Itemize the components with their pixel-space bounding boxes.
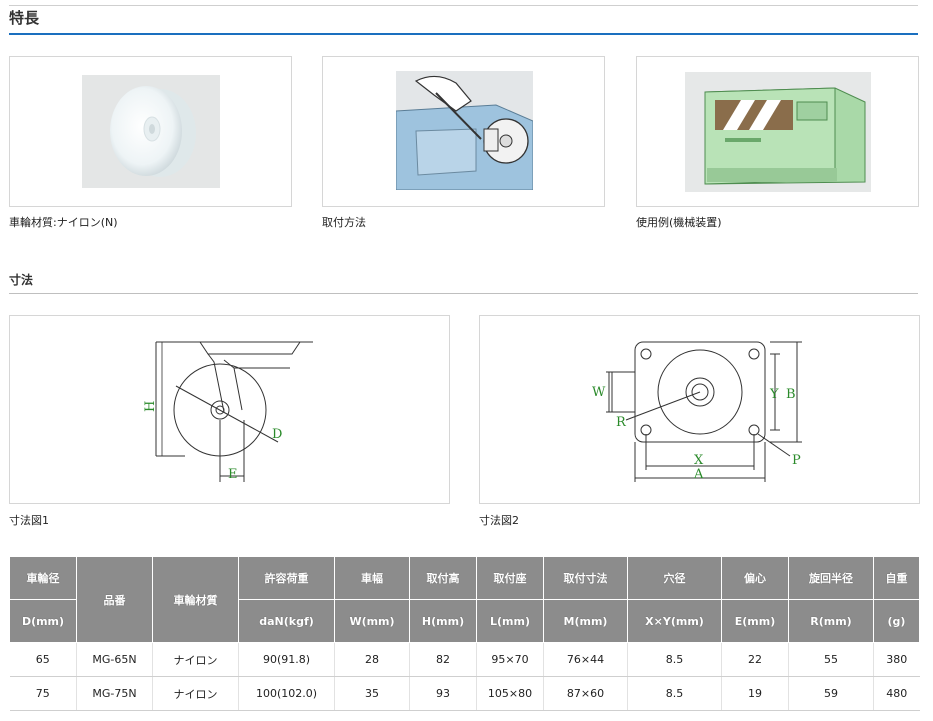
unit-weight: (g): [873, 599, 920, 643]
table-cell: 59: [788, 676, 874, 711]
label-e: E: [228, 467, 238, 482]
table-cell: 100(102.0): [238, 676, 335, 711]
dimension-caption-2: 寸法図2: [479, 514, 519, 527]
dimensions-heading: 寸法: [9, 273, 34, 287]
unit-wheel-width: W(mm): [334, 599, 410, 643]
header-hole-diameter: 穴径: [627, 556, 722, 600]
spec-header-row-top: 車輪径 品番 車輪材質 許容荷重 車幅 取付高 取付座 取付寸法 穴径 偏心 旋…: [9, 556, 920, 643]
dimension-caption-1: 寸法図1: [9, 514, 49, 527]
table-cell: 93: [409, 676, 477, 711]
table-cell: 380: [873, 642, 920, 677]
side-view-drawing: H D E: [143, 341, 313, 482]
table-cell: 65: [9, 642, 77, 677]
header-mount-dimension: 取付寸法: [543, 556, 628, 600]
feature-card-wheel: [9, 56, 292, 207]
label-y: Y: [769, 387, 779, 402]
table-cell: 55: [788, 642, 874, 677]
table-cell: 95×70: [476, 642, 544, 677]
label-p: P: [792, 453, 801, 468]
top-view-drawing: W Y B R X A P: [592, 341, 802, 482]
header-mount-base: 取付座: [476, 556, 544, 600]
top-divider: [9, 5, 918, 6]
unit-offset: E(mm): [721, 599, 789, 643]
table-row: 65 MG-65N ナイロン 90(91.8) 28 82 95×70 76×4…: [9, 642, 920, 677]
feature-caption-wheel: 車輪材質:ナイロン(N): [9, 216, 118, 229]
machine-example-image: [685, 72, 871, 192]
unit-wheel-diameter: D(mm): [9, 599, 77, 643]
dimensions-heading-rule: [9, 293, 918, 294]
header-part-number: 品番: [76, 556, 153, 643]
features-heading-rule: [9, 33, 918, 35]
table-cell: 19: [721, 676, 789, 711]
label-x: X: [694, 453, 704, 468]
table-cell: MG-75N: [76, 676, 153, 711]
table-cell: 76×44: [543, 642, 628, 677]
table-cell: 35: [334, 676, 410, 711]
label-d: D: [272, 427, 282, 442]
label-w: W: [592, 385, 606, 400]
header-wheel-width: 車幅: [334, 556, 410, 600]
feature-caption-mounting: 取付方法: [322, 216, 366, 229]
header-offset: 偏心: [721, 556, 789, 600]
dimension-figure-2: W Y B R X A P: [479, 315, 920, 504]
table-cell: 87×60: [543, 676, 628, 711]
table-cell: 480: [873, 676, 920, 711]
header-mount-height: 取付高: [409, 556, 477, 600]
feature-card-mounting: [322, 56, 605, 207]
unit-mount-dimension: M(mm): [543, 599, 628, 643]
table-cell: 82: [409, 642, 477, 677]
unit-mount-base: L(mm): [476, 599, 544, 643]
header-weight: 自重: [873, 556, 920, 600]
mounting-method-image: [396, 71, 533, 190]
table-cell: 90(91.8): [238, 642, 335, 677]
table-cell: ナイロン: [152, 676, 239, 711]
header-wheel-diameter: 車輪径: [9, 556, 77, 600]
table-cell: ナイロン: [152, 642, 239, 677]
header-wheel-material: 車輪材質: [152, 556, 239, 643]
table-cell: 28: [334, 642, 410, 677]
table-cell: 22: [721, 642, 789, 677]
table-row: 75 MG-75N ナイロン 100(102.0) 35 93 105×80 8…: [9, 676, 920, 711]
unit-swivel-radius: R(mm): [788, 599, 874, 643]
nylon-wheel-image: [82, 75, 220, 188]
unit-mount-height: H(mm): [409, 599, 477, 643]
unit-allowable-load: daN(kgf): [238, 599, 335, 643]
label-b: B: [786, 387, 796, 402]
header-swivel-radius: 旋回半径: [788, 556, 874, 600]
table-cell: MG-65N: [76, 642, 153, 677]
table-cell: 105×80: [476, 676, 544, 711]
features-heading: 特長: [9, 9, 40, 27]
label-a: A: [693, 467, 704, 482]
unit-hole-diameter: X×Y(mm): [627, 599, 722, 643]
label-r: R: [616, 415, 627, 430]
table-cell: 75: [9, 676, 77, 711]
table-cell: 8.5: [627, 642, 722, 677]
dimension-figure-1: H D E: [9, 315, 450, 504]
spec-table: 車輪径 品番 車輪材質 許容荷重 車幅 取付高 取付座 取付寸法 穴径 偏心 旋…: [9, 556, 920, 711]
table-cell: 8.5: [627, 676, 722, 711]
feature-card-machine: [636, 56, 919, 207]
feature-caption-machine: 使用例(機械装置): [636, 216, 722, 229]
header-allowable-load: 許容荷重: [238, 556, 335, 600]
label-h: H: [143, 401, 158, 412]
